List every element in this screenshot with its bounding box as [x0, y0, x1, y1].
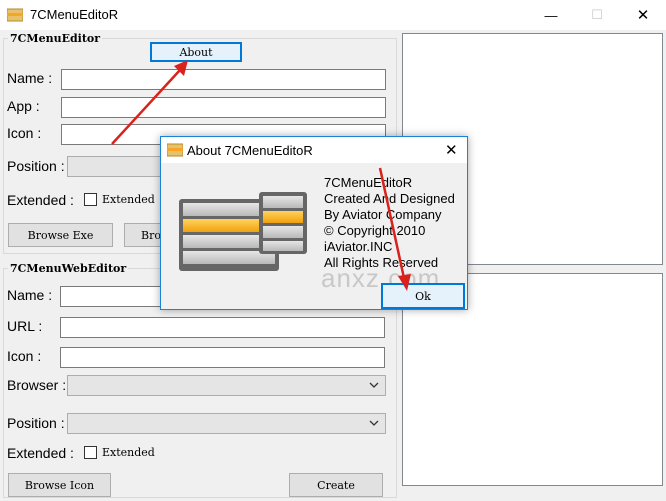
- url-input[interactable]: [60, 317, 385, 338]
- web-position-label: Position :: [7, 415, 65, 431]
- about-line: By Aviator Company: [324, 207, 442, 222]
- minimize-button[interactable]: —: [528, 0, 574, 30]
- extended-checkbox[interactable]: [84, 193, 97, 206]
- name-label: Name :: [7, 70, 53, 86]
- window-title: 7CMenuEditoR: [30, 7, 119, 22]
- web-icon-input[interactable]: [60, 347, 385, 368]
- app-label: App :: [7, 98, 40, 114]
- web-extended-checkbox[interactable]: [84, 446, 97, 459]
- about-dialog: About 7CMenuEditoR ✕ 7CMenuEditoR Create…: [160, 136, 468, 310]
- name-input[interactable]: [61, 69, 386, 90]
- about-text: 7CMenuEditoR Created And Designed By Avi…: [324, 175, 455, 271]
- dialog-title-bar: About 7CMenuEditoR ✕: [161, 137, 467, 163]
- folder-icon: [7, 8, 23, 22]
- about-line: iAviator.INC: [324, 239, 393, 254]
- browse-exe-button[interactable]: Browse Exe: [8, 223, 113, 247]
- web-icon-label: Icon :: [7, 348, 42, 364]
- about-line: 7CMenuEditoR: [324, 175, 413, 190]
- position-label: Position :: [7, 158, 65, 174]
- folder-icon: [167, 143, 183, 157]
- about-button[interactable]: About: [150, 42, 242, 62]
- web-name-label: Name :: [7, 287, 53, 303]
- extended-checkbox-label: Extended: [102, 193, 155, 206]
- web-position-select[interactable]: [67, 413, 386, 434]
- menu-editor-group-title: 7CMenuEditor: [8, 32, 103, 45]
- chevron-down-icon: [369, 382, 379, 388]
- dialog-title: About 7CMenuEditoR: [187, 143, 313, 158]
- icon-label: Icon :: [7, 125, 42, 141]
- app-logo-icon: [179, 192, 307, 271]
- url-label: URL :: [7, 318, 43, 334]
- create-button[interactable]: Create: [289, 473, 383, 497]
- browser-select[interactable]: [67, 375, 386, 396]
- title-bar: 7CMenuEditoR — ☐ ✕: [0, 0, 666, 30]
- about-line: Created And Designed: [324, 191, 455, 206]
- ok-button[interactable]: Ok: [381, 283, 465, 309]
- close-button[interactable]: ✕: [620, 0, 666, 30]
- dialog-close-button[interactable]: ✕: [445, 141, 458, 159]
- web-extended-label: Extended :: [7, 445, 74, 461]
- maximize-button[interactable]: ☐: [574, 0, 620, 30]
- browser-label: Browser :: [7, 377, 67, 393]
- web-editor-group-title: 7CMenuWebEditor: [8, 262, 129, 275]
- about-line: © Copyright 2010: [324, 223, 426, 238]
- extended-label: Extended :: [7, 192, 74, 208]
- chevron-down-icon: [369, 420, 379, 426]
- browse-icon-button[interactable]: Browse Icon: [8, 473, 111, 497]
- web-extended-checkbox-label: Extended: [102, 446, 155, 459]
- app-input[interactable]: [61, 97, 386, 118]
